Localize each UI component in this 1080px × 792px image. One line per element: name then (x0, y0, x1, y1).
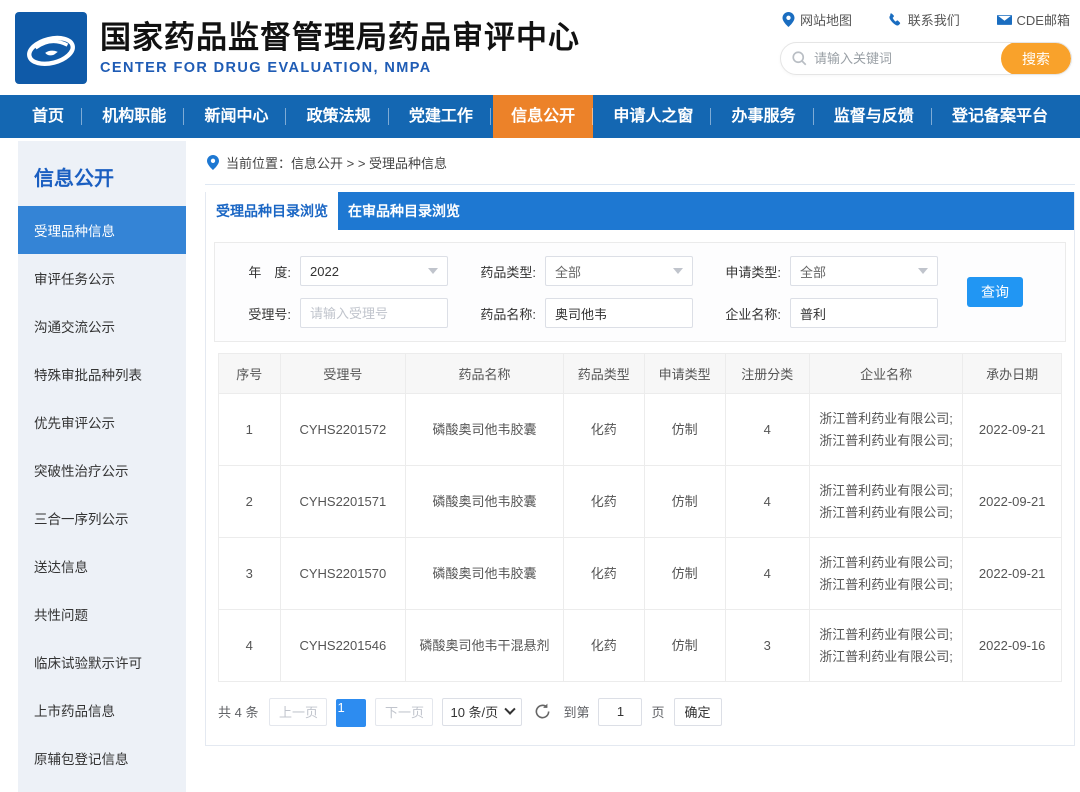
query-button[interactable]: 查询 (967, 277, 1023, 307)
column-header: 申请类型 (644, 354, 725, 394)
sidebar-item[interactable]: 突破性治疗公示 (18, 446, 186, 494)
acceptance-no-input[interactable] (300, 298, 448, 328)
acceptance-no-label: 受理号: (229, 304, 291, 323)
column-header: 企业名称 (809, 354, 962, 394)
site-title-cn: 国家药品监督管理局药品审评中心 (100, 19, 580, 58)
sidebar: 信息公开 受理品种信息审评任务公示沟通交流公示特殊审批品种列表优先审评公示突破性… (18, 141, 186, 792)
quick-link-label: CDE邮箱 (1017, 10, 1070, 29)
drug-type-select[interactable]: 全部 (545, 256, 693, 286)
sidebar-item[interactable]: 特殊审批品种列表 (18, 350, 186, 398)
year-select[interactable]: 2022 (300, 256, 448, 286)
goto-page-input[interactable] (598, 698, 642, 726)
quick-link-label: 联系我们 (908, 10, 960, 29)
search-icon (792, 51, 807, 66)
table-row: 4CYHS2201546磷酸奥司他韦干混悬剂化药仿制3浙江普利药业有限公司;浙江… (219, 610, 1062, 682)
nav-item[interactable]: 党建工作 (391, 95, 491, 138)
nav-item[interactable]: 监督与反馈 (816, 95, 932, 138)
next-page-button[interactable]: 下一页 (375, 698, 433, 726)
tab-accepted-catalog[interactable]: 受理品种目录浏览 (206, 192, 338, 230)
main-nav: 首页机构职能新闻中心政策法规党建工作信息公开申请人之窗办事服务监督与反馈登记备案… (0, 95, 1080, 138)
sidebar-item[interactable]: 共性问题 (18, 590, 186, 638)
drug-name-input[interactable] (545, 298, 693, 328)
nav-item[interactable]: 机构职能 (84, 95, 184, 138)
nav-item[interactable]: 申请人之窗 (595, 95, 711, 138)
company-label: 企业名称: (719, 304, 781, 323)
pagination: 共 4 条 上一页 1 下一页 10 条/页 到第 页 确定 (218, 696, 1062, 727)
nav-item[interactable]: 信息公开 (493, 95, 593, 138)
chevron-down-icon (918, 268, 928, 274)
pagination-total: 共 4 条 (218, 702, 258, 721)
sidebar-item[interactable]: 上市药品信息 (18, 686, 186, 734)
chevron-down-icon (505, 703, 516, 714)
sidebar-item[interactable]: 三合一序列公示 (18, 494, 186, 542)
column-header: 序号 (219, 354, 281, 394)
nav-item[interactable]: 办事服务 (714, 95, 814, 138)
nav-item[interactable]: 政策法规 (289, 95, 389, 138)
nav-item[interactable]: 首页 (14, 95, 82, 138)
sidebar-item[interactable]: 临床试验默示许可 (18, 638, 186, 686)
quick-link-contact[interactable]: 联系我们 (889, 10, 960, 29)
location-icon (207, 155, 219, 170)
column-header: 药品名称 (406, 354, 564, 394)
cde-logo-icon (15, 12, 87, 84)
main-nav-list: 首页机构职能新闻中心政策法规党建工作信息公开申请人之窗办事服务监督与反馈登记备案… (0, 95, 1080, 138)
sidebar-item[interactable]: 沟通交流公示 (18, 302, 186, 350)
sidebar-title: 信息公开 (18, 141, 186, 206)
mail-icon (997, 14, 1012, 26)
main-content: 当前位置：信息公开 > > 受理品种信息 受理品种目录浏览 在审品种目录浏览 年… (205, 141, 1075, 746)
breadcrumb-text: 当前位置：信息公开 > > 受理品种信息 (226, 153, 447, 172)
breadcrumb: 当前位置：信息公开 > > 受理品种信息 (205, 141, 1075, 185)
table-row: 3CYHS2201570磷酸奥司他韦胶囊化药仿制4浙江普利药业有限公司;浙江普利… (219, 538, 1062, 610)
chevron-down-icon (428, 268, 438, 274)
quick-links: 网站地图 联系我们 CDE邮箱 (780, 10, 1072, 29)
map-pin-icon (782, 12, 795, 27)
page-size-select[interactable]: 10 条/页 (442, 698, 522, 726)
quick-link-mail[interactable]: CDE邮箱 (997, 10, 1070, 29)
refresh-icon[interactable] (534, 703, 551, 720)
nav-item[interactable]: 登记备案平台 (934, 95, 1066, 138)
company-input[interactable] (790, 298, 938, 328)
current-page-button[interactable]: 1 (336, 699, 366, 727)
column-header: 受理号 (280, 354, 406, 394)
sidebar-item[interactable]: 受理品种信息 (18, 206, 186, 254)
header-search: 搜索 (780, 42, 1072, 75)
site-header: 国家药品监督管理局药品审评中心 CENTER FOR DRUG EVALUATI… (0, 0, 1080, 95)
sidebar-item[interactable]: 原辅包登记信息 (18, 734, 186, 782)
tab-under-review-catalog[interactable]: 在审品种目录浏览 (338, 192, 470, 230)
chevron-down-icon (673, 268, 683, 274)
year-label: 年 度: (229, 262, 291, 281)
goto-prefix: 到第 (563, 702, 589, 721)
drug-name-label: 药品名称: (474, 304, 536, 323)
drug-type-label: 药品类型: (474, 262, 536, 281)
quick-link-label: 网站地图 (800, 10, 852, 29)
apply-type-select[interactable]: 全部 (790, 256, 938, 286)
sidebar-menu: 受理品种信息审评任务公示沟通交流公示特殊审批品种列表优先审评公示突破性治疗公示三… (18, 206, 186, 782)
sidebar-item[interactable]: 送达信息 (18, 542, 186, 590)
column-header: 注册分类 (725, 354, 809, 394)
column-header: 承办日期 (963, 354, 1062, 394)
sidebar-item[interactable]: 优先审评公示 (18, 398, 186, 446)
search-button[interactable]: 搜索 (1001, 42, 1071, 75)
search-input[interactable] (814, 51, 1001, 66)
table-row: 1CYHS2201572磷酸奥司他韦胶囊化药仿制4浙江普利药业有限公司;浙江普利… (219, 394, 1062, 466)
tabbar: 受理品种目录浏览 在审品种目录浏览 (206, 192, 1074, 230)
apply-type-label: 申请类型: (719, 262, 781, 281)
content-panel: 受理品种目录浏览 在审品种目录浏览 年 度: 2022 (205, 192, 1075, 746)
table-header-row: 序号受理号药品名称药品类型申请类型注册分类企业名称承办日期 (219, 354, 1062, 394)
phone-icon (889, 13, 903, 27)
confirm-button[interactable]: 确定 (674, 698, 722, 726)
results-table: 序号受理号药品名称药品类型申请类型注册分类企业名称承办日期 1CYHS22015… (218, 353, 1062, 682)
table-row: 2CYHS2201571磷酸奥司他韦胶囊化药仿制4浙江普利药业有限公司;浙江普利… (219, 466, 1062, 538)
sidebar-item[interactable]: 审评任务公示 (18, 254, 186, 302)
quick-link-sitemap[interactable]: 网站地图 (782, 10, 852, 29)
prev-page-button[interactable]: 上一页 (269, 698, 327, 726)
goto-suffix: 页 (651, 702, 664, 721)
nav-item[interactable]: 新闻中心 (186, 95, 286, 138)
site-title-en: CENTER FOR DRUG EVALUATION, NMPA (100, 60, 580, 76)
filter-box: 年 度: 2022 药品类型: 全部 (214, 242, 1066, 342)
column-header: 药品类型 (563, 354, 644, 394)
